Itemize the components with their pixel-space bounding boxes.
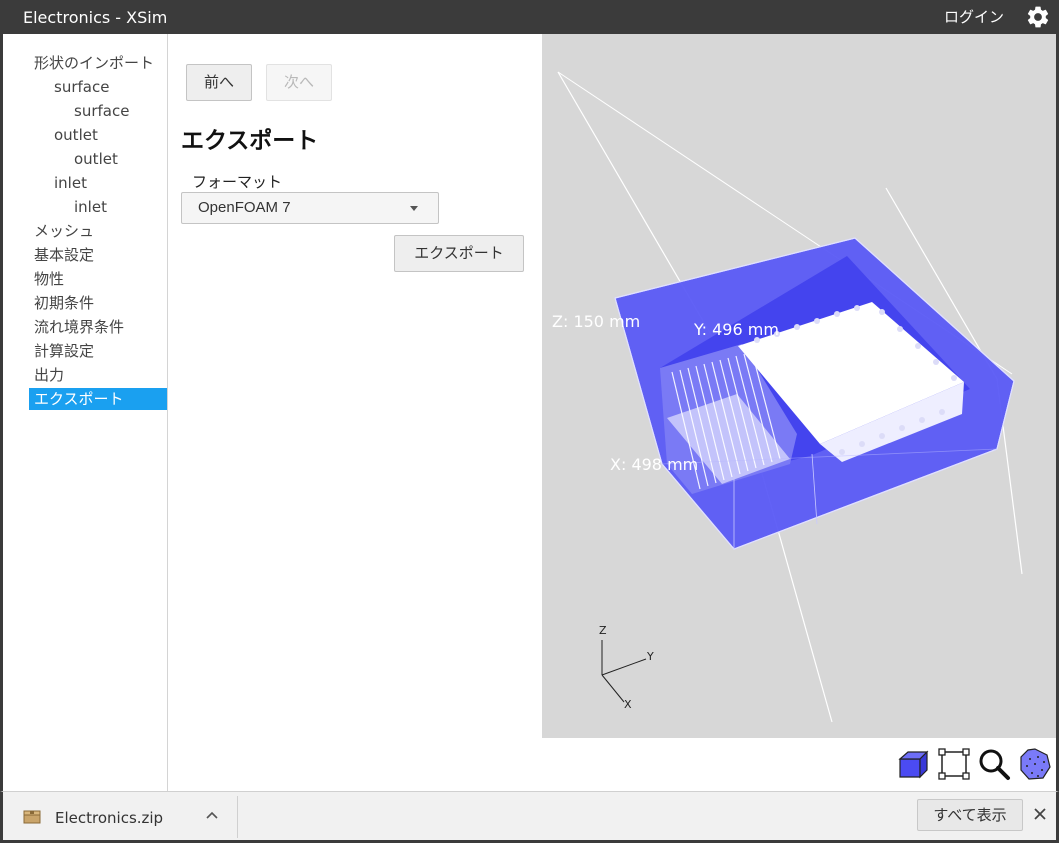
chevron-up-icon[interactable] [205, 808, 219, 822]
export-button[interactable]: エクスポート [394, 235, 524, 272]
dimension-z-label: Z: 150 mm [552, 312, 641, 331]
axis-x-label: X [624, 698, 632, 711]
zoom-icon[interactable] [977, 747, 1011, 781]
sidebar-item-inlet-group[interactable]: inlet [54, 172, 87, 194]
format-label: フォーマット [192, 173, 283, 191]
zip-file-icon [23, 810, 41, 824]
format-select-value: OpenFOAM 7 [198, 199, 291, 216]
close-icon[interactable] [1032, 806, 1048, 822]
download-bar: Electronics.zip すべて表示 [0, 791, 1059, 843]
sidebar-item-mesh[interactable]: メッシュ [34, 220, 94, 242]
sidebar-item-basic-settings[interactable]: 基本設定 [34, 244, 94, 266]
sidebar-item-solver-settings[interactable]: 計算設定 [34, 340, 94, 362]
model-render [557, 71, 1023, 723]
chevron-down-icon [410, 206, 418, 211]
3d-viewport[interactable]: Z: 150 mm Y: 496 mm X: 498 mm Z Y X [542, 34, 1056, 738]
show-all-button[interactable]: すべて表示 [917, 799, 1023, 831]
sidebar-item-outlet[interactable]: outlet [74, 148, 118, 170]
sidebar: 形状のインポート surface surface outlet outlet i… [3, 34, 168, 791]
sidebar-item-surface-group[interactable]: surface [54, 76, 109, 98]
download-file-name: Electronics.zip [55, 809, 164, 827]
sidebar-item-export[interactable]: エクスポート [29, 388, 167, 410]
sidebar-item-output[interactable]: 出力 [34, 364, 64, 386]
dimension-y-label: Y: 496 mm [694, 320, 779, 339]
login-link[interactable]: ログイン [944, 6, 1004, 27]
page-title: エクスポート [181, 128, 319, 154]
prev-button[interactable]: 前へ [186, 64, 252, 101]
fit-view-icon[interactable] [937, 747, 971, 781]
sphere-view-icon[interactable] [1018, 747, 1052, 781]
download-item[interactable]: Electronics.zip [6, 796, 238, 838]
sidebar-item-surface[interactable]: surface [74, 100, 129, 122]
sidebar-item-import-shape[interactable]: 形状のインポート [34, 52, 154, 74]
sidebar-item-initial-conditions[interactable]: 初期条件 [34, 292, 94, 314]
sidebar-item-inlet[interactable]: inlet [74, 196, 107, 218]
view-toolbar [542, 738, 1056, 791]
cube-view-icon[interactable] [896, 747, 930, 781]
format-select[interactable]: OpenFOAM 7 [181, 192, 439, 224]
axis-z-label: Z [599, 624, 607, 637]
gear-icon[interactable] [1025, 4, 1051, 30]
sidebar-item-properties[interactable]: 物性 [34, 268, 64, 290]
axis-y-label: Y [647, 650, 654, 663]
title-bar: Electronics - XSim ログイン [0, 0, 1059, 34]
sidebar-item-outlet-group[interactable]: outlet [54, 124, 98, 146]
export-panel: 前へ 次へ エクスポート フォーマット OpenFOAM 7 エクスポート [168, 34, 542, 791]
dimension-x-label: X: 498 mm [610, 455, 699, 474]
next-button[interactable]: 次へ [266, 64, 332, 101]
window-title: Electronics - XSim [23, 8, 168, 27]
sidebar-item-boundary-conditions[interactable]: 流れ境界条件 [34, 316, 124, 338]
